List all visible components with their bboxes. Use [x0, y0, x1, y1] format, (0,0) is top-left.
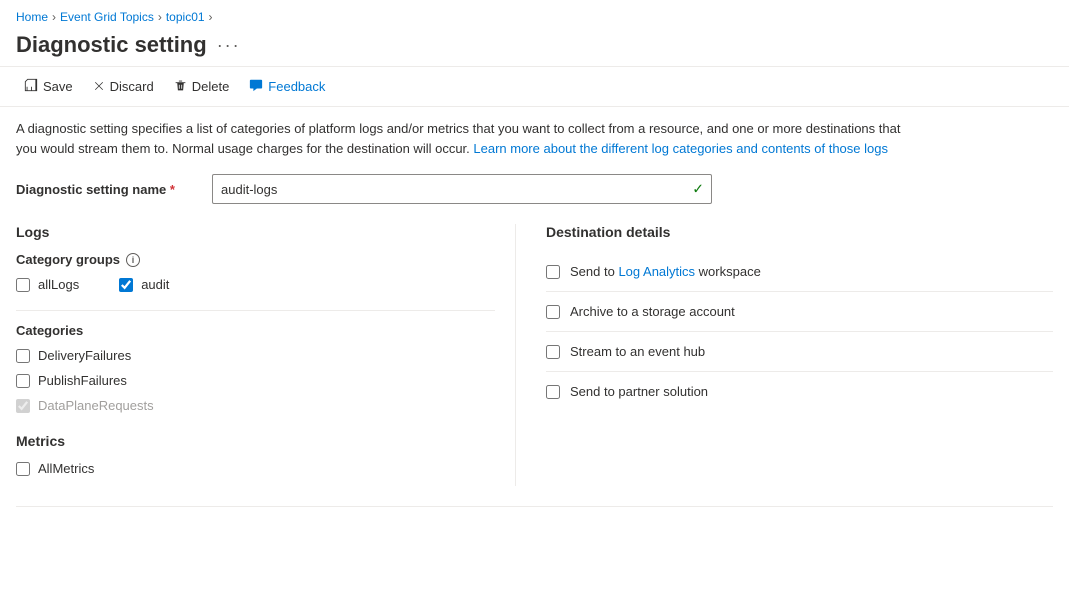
input-valid-icon: ✓	[692, 181, 704, 198]
log-analytics-link[interactable]: Log Analytics	[618, 264, 695, 279]
log-analytics-checkbox[interactable]	[546, 265, 560, 279]
feedback-button[interactable]: Feedback	[241, 73, 333, 100]
bottom-divider	[16, 506, 1053, 507]
partner-solution-checkbox[interactable]	[546, 385, 560, 399]
delivery-failures-checkbox[interactable]	[16, 349, 30, 363]
allLogs-checkbox-row[interactable]: allLogs	[16, 277, 79, 292]
data-plane-requests-row: DataPlaneRequests	[16, 398, 495, 413]
breadcrumb-topic[interactable]: topic01	[166, 10, 205, 24]
metrics-section: Metrics AllMetrics	[16, 433, 495, 476]
description-text: A diagnostic setting specifies a list of…	[16, 119, 916, 158]
diagnostic-name-input[interactable]	[212, 174, 712, 204]
destination-log-analytics: Send to Log Analytics workspace	[546, 252, 1053, 292]
save-icon	[24, 78, 38, 95]
discard-button[interactable]: Discard	[85, 74, 162, 100]
diagnostic-name-field: Diagnostic setting name * ✓	[16, 174, 1053, 204]
partner-solution-label: Send to partner solution	[570, 384, 708, 399]
audit-checkbox[interactable]	[119, 278, 133, 292]
destination-section: Destination details Send to Log Analytic…	[516, 224, 1053, 486]
audit-checkbox-row[interactable]: audit	[119, 277, 169, 292]
logs-section-title: Logs	[16, 224, 495, 240]
category-groups-checkboxes: allLogs audit	[16, 277, 495, 302]
logs-divider	[16, 310, 495, 311]
two-col-layout: Logs Category groups i allLogs audit C	[16, 224, 1053, 486]
diagnostic-name-input-wrapper: ✓	[212, 174, 712, 204]
all-metrics-checkbox[interactable]	[16, 462, 30, 476]
save-button[interactable]: Save	[16, 73, 81, 100]
feedback-icon	[249, 78, 263, 95]
breadcrumb-home[interactable]: Home	[16, 10, 48, 24]
publish-failures-checkbox[interactable]	[16, 374, 30, 388]
toolbar: Save Discard Delete Feedback	[0, 66, 1069, 107]
logs-section: Logs Category groups i allLogs audit C	[16, 224, 516, 486]
all-metrics-row: AllMetrics	[16, 461, 495, 476]
categories-title: Categories	[16, 323, 495, 338]
diagnostic-name-label: Diagnostic setting name *	[16, 182, 196, 197]
learn-more-link[interactable]: Learn more about the different log categ…	[473, 141, 888, 156]
event-hub-checkbox[interactable]	[546, 345, 560, 359]
category-groups-info-icon[interactable]: i	[126, 253, 140, 267]
event-hub-label: Stream to an event hub	[570, 344, 705, 359]
page-title: Diagnostic setting	[16, 32, 207, 58]
page-title-row: Diagnostic setting ···	[0, 28, 1069, 66]
allLogs-checkbox[interactable]	[16, 278, 30, 292]
storage-account-checkbox[interactable]	[546, 305, 560, 319]
metrics-section-title: Metrics	[16, 433, 495, 449]
destination-partner-solution: Send to partner solution	[546, 372, 1053, 411]
data-plane-requests-checkbox[interactable]	[16, 399, 30, 413]
log-analytics-label: Send to Log Analytics workspace	[570, 264, 761, 279]
storage-account-label: Archive to a storage account	[570, 304, 735, 319]
publish-failures-row: PublishFailures	[16, 373, 495, 388]
delivery-failures-row: DeliveryFailures	[16, 348, 495, 363]
breadcrumb: Home › Event Grid Topics › topic01 ›	[0, 0, 1069, 28]
more-options-icon[interactable]: ···	[217, 35, 241, 56]
destination-storage-account: Archive to a storage account	[546, 292, 1053, 332]
delete-button[interactable]: Delete	[166, 74, 238, 100]
category-groups-title: Category groups i	[16, 252, 495, 267]
close-icon	[93, 79, 105, 95]
destination-section-title: Destination details	[546, 224, 1053, 240]
main-content: A diagnostic setting specifies a list of…	[0, 107, 1069, 519]
destination-event-hub: Stream to an event hub	[546, 332, 1053, 372]
delete-icon	[174, 79, 187, 95]
breadcrumb-event-grid-topics[interactable]: Event Grid Topics	[60, 10, 154, 24]
